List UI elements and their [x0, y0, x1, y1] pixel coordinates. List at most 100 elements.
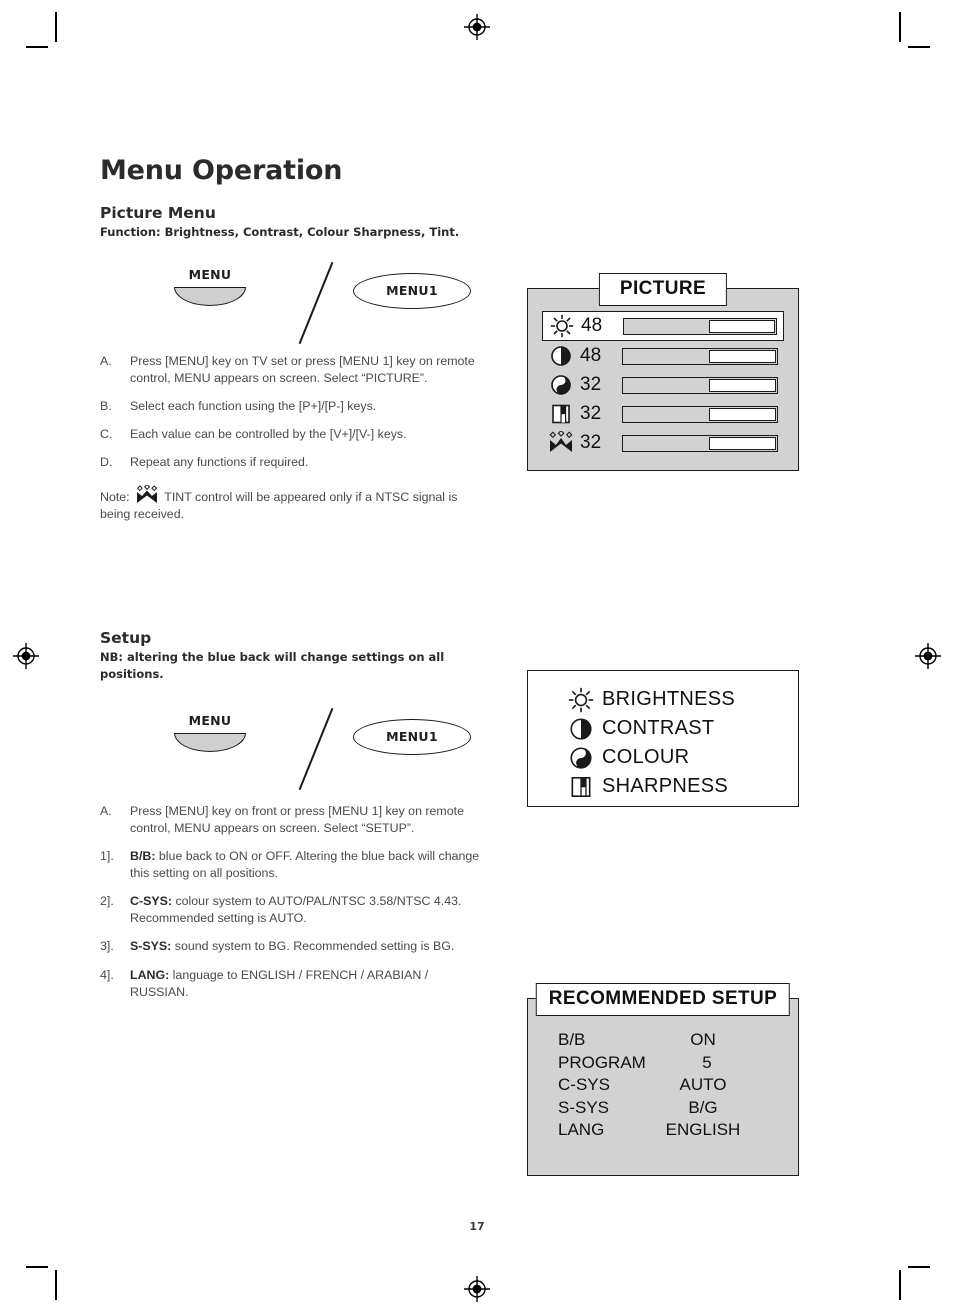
colour-yin-yang-icon [544, 373, 578, 397]
osd-row-slider[interactable] [623, 317, 777, 335]
step-marker: 3]. [100, 939, 114, 954]
brightness-sun-icon [560, 687, 602, 713]
step-bold: B/B: [130, 849, 156, 863]
contrast-half-circle-icon [560, 716, 602, 742]
setup-row-key: B/B [558, 1030, 586, 1049]
note-prefix: Note: [100, 490, 130, 505]
page-title: Menu Operation [100, 155, 343, 186]
crop-mark-top-right-vertical [899, 12, 901, 42]
step-text: LANG: language to ENGLISH / FRENCH / ARA… [130, 967, 480, 1001]
osd-row-slider[interactable] [622, 405, 778, 423]
osd-row-slider[interactable] [622, 376, 778, 394]
picture-menu-subheading: Function: Brightness, Contrast, Colour S… [100, 225, 460, 239]
step-marker: A. [100, 803, 112, 818]
osd-row-slider[interactable] [622, 347, 778, 365]
osd-row-slider-fill [709, 378, 776, 392]
registration-target-top-icon [464, 14, 490, 40]
osd-row-value: 48 [580, 345, 602, 366]
list-item: 1]. B/B: blue back to ON or OFF. Alterin… [100, 848, 480, 882]
crop-mark-bottom-left-vertical [55, 1270, 57, 1300]
step-bold: C-SYS: [130, 894, 172, 909]
osd-recommended-setup-title: RECOMMENDED SETUP [535, 983, 791, 1016]
table-row: LANG ENGLISH [558, 1119, 768, 1142]
crop-mark-top-right-horizontal [908, 46, 930, 48]
step-bold: LANG: [130, 967, 170, 982]
osd-row-slider-fill [709, 407, 776, 421]
step-text: Press [MENU] key on front or press [MENU… [130, 803, 480, 837]
osd-row-value: 32 [580, 432, 602, 453]
osd-row-contrast[interactable]: 48 [542, 342, 784, 370]
sharpness-split-square-icon [560, 774, 602, 800]
legend-item-label: SHARPNESS [602, 775, 729, 797]
remote-menu1-key[interactable]: MENU1 [353, 272, 471, 309]
step-text: C-SYS: colour system to AUTO/PAL/NTSC 3.… [130, 893, 480, 927]
picture-steps-list: A. Press [MENU] key on TV set or press [… [100, 353, 480, 472]
osd-picture-rows: 48 48 32 32 32 [528, 289, 798, 470]
remote-menu1-key[interactable]: MENU1 [353, 718, 471, 755]
step-marker: 4]. [100, 967, 114, 982]
step-bold: S-SYS: [130, 939, 172, 954]
crop-mark-bottom-right-vertical [899, 1270, 901, 1300]
contrast-half-circle-icon [544, 344, 578, 368]
legend-item-label: CONTRAST [602, 717, 715, 739]
crop-mark-bottom-right-horizontal [908, 1266, 930, 1268]
legend-item-brightness: BRIGHTNESS [560, 685, 798, 714]
table-row: C-SYS AUTO [558, 1074, 768, 1097]
step-text: Select each function using the [P+]/[P-]… [130, 398, 377, 413]
content-column-left: Menu Operation Picture Menu Function: Br… [100, 155, 480, 1012]
step-marker: D. [100, 455, 113, 470]
crop-mark-top-left-vertical [55, 12, 57, 42]
picture-menu-key-diagram: MENU MENU1 [100, 261, 480, 344]
step-text: S-SYS: sound system to BG. Recommended s… [130, 938, 480, 955]
tint-icon [544, 431, 578, 455]
osd-row-tint[interactable]: 32 [542, 429, 784, 457]
osd-row-value: 32 [580, 403, 602, 424]
step-marker: 2]. [100, 894, 114, 909]
osd-row-sharpness[interactable]: 32 [542, 400, 784, 428]
page-canvas: Menu Operation Picture Menu Function: Br… [0, 0, 954, 1315]
legend-item-sharpness: SHARPNESS [560, 772, 798, 801]
setup-row-key: C-SYS [558, 1075, 610, 1095]
step-text: Repeat any functions if required. [130, 455, 309, 470]
step-rest: sound system to BG. Recommended setting … [171, 939, 455, 954]
legend-item-colour: COLOUR [560, 743, 798, 772]
table-row: S-SYS B/G [558, 1097, 768, 1120]
setup-row-value: 5 [702, 1052, 712, 1072]
remote-menu1-key-label: MENU1 [386, 729, 438, 745]
registration-target-bottom-icon [464, 1276, 490, 1302]
list-item: 2]. C-SYS: colour system to AUTO/PAL/NTS… [100, 893, 480, 927]
step-rest: Press [MENU] key on front or press [MENU… [130, 803, 464, 835]
tv-menu-button-icon [174, 732, 246, 752]
list-item: C. Each value can be controlled by the [… [100, 426, 480, 443]
step-text: Press [MENU] key on TV set or press [MEN… [130, 353, 475, 385]
osd-row-colour[interactable]: 32 [542, 371, 784, 399]
tv-menu-key-label: MENU [188, 712, 232, 728]
colour-yin-yang-icon [560, 745, 602, 771]
setup-menu-key-diagram: MENU MENU1 [100, 707, 480, 790]
slash-separator-icon [298, 261, 334, 344]
picture-note: Note: TINT control will be appeared only… [100, 485, 480, 523]
osd-row-value: 32 [580, 374, 602, 395]
osd-row-slider-fill [709, 319, 775, 333]
tv-menu-key[interactable]: MENU [165, 267, 255, 306]
brightness-sun-icon [545, 314, 579, 338]
osd-row-brightness[interactable]: 48 [542, 311, 784, 341]
osd-row-slider-fill [709, 349, 776, 363]
setup-row-key: S-SYS [558, 1097, 610, 1117]
list-item: 4]. LANG: language to ENGLISH / FRENCH /… [100, 967, 480, 1001]
table-row: B/B ON [558, 1029, 768, 1052]
osd-row-slider[interactable] [622, 434, 778, 452]
step-rest: colour system to AUTO/PAL/NTSC 3.58/NTSC… [130, 894, 462, 926]
setup-row-key: LANG [558, 1120, 605, 1140]
tv-menu-key[interactable]: MENU [165, 713, 255, 752]
osd-legend-panel: BRIGHTNESS CONTRAST COLOUR SHARPNESS [527, 670, 799, 807]
slash-separator-icon [298, 707, 334, 790]
legend-item-contrast: CONTRAST [560, 714, 798, 743]
setup-row-value: ENGLISH [665, 1120, 741, 1140]
registration-target-left-icon [13, 643, 39, 669]
osd-row-value: 48 [581, 315, 603, 336]
tv-menu-button-icon [174, 286, 246, 306]
step-marker: A. [100, 353, 112, 368]
osd-legend-rows: BRIGHTNESS CONTRAST COLOUR SHARPNESS [528, 671, 798, 815]
table-row: PROGRAM 5 [558, 1052, 768, 1075]
